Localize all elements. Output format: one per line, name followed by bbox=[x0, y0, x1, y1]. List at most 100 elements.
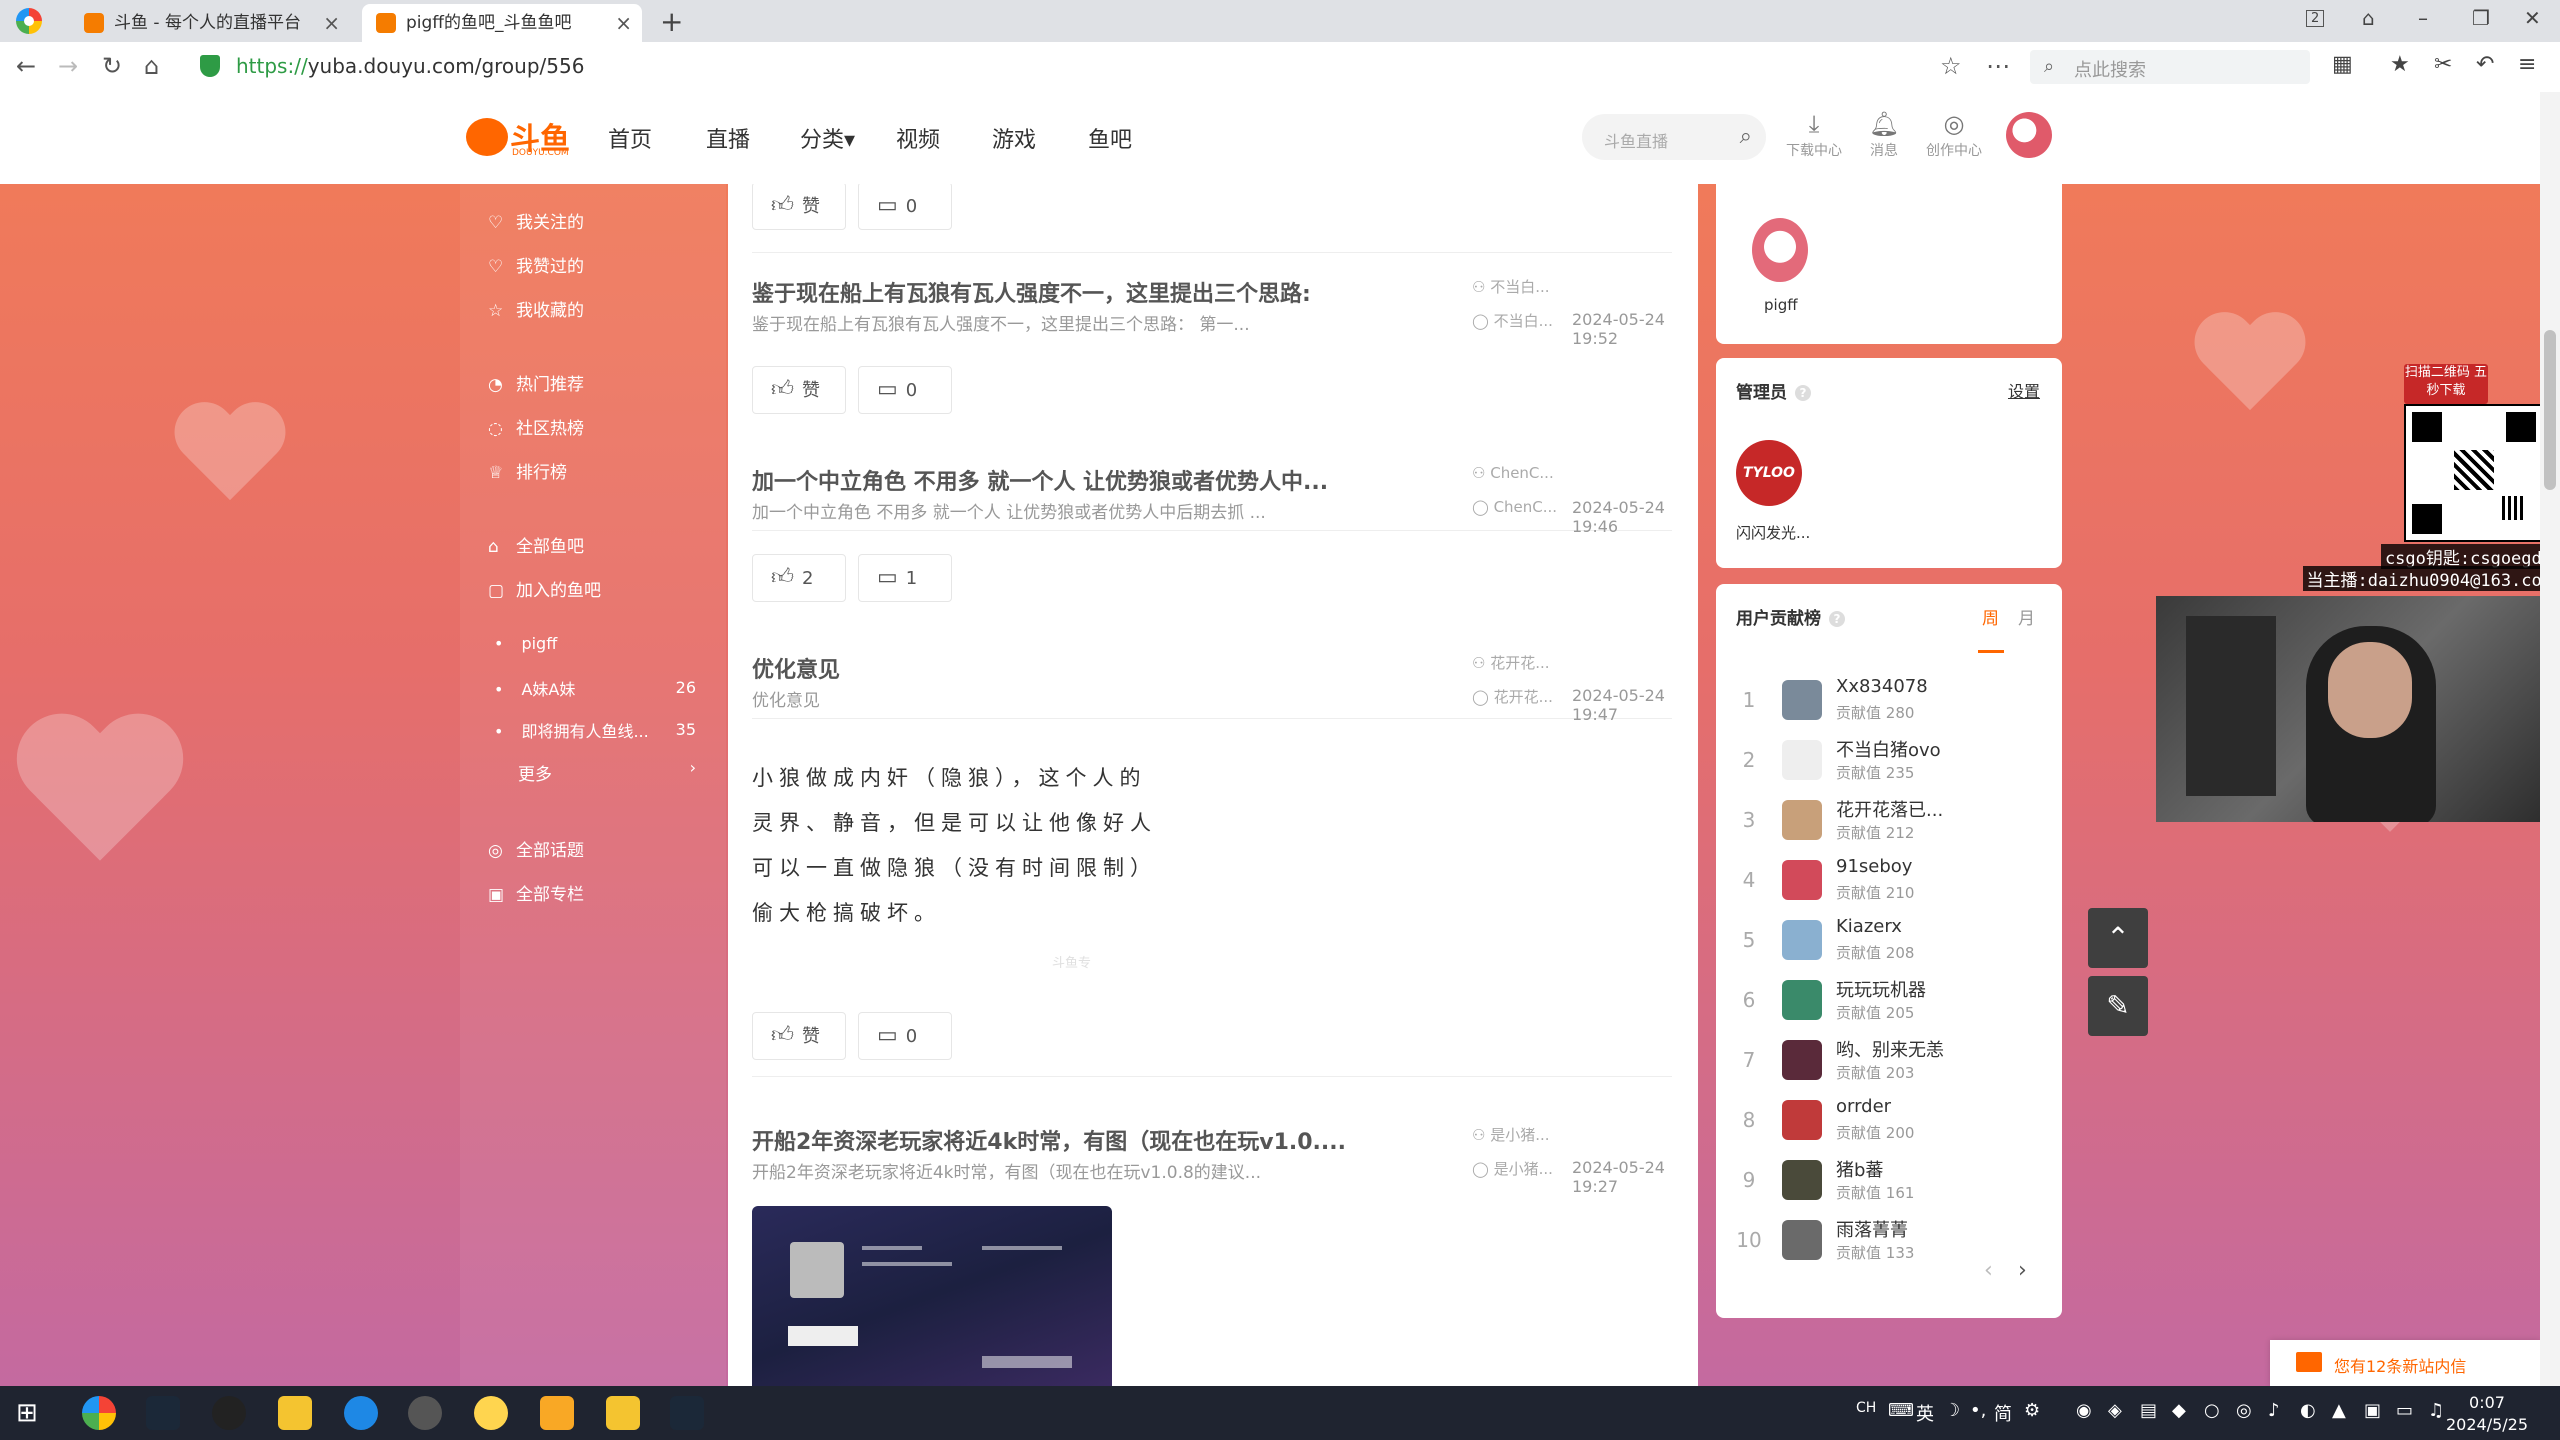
comment-author[interactable]: ◯ 花开花... bbox=[1472, 686, 1553, 707]
steam-icon[interactable] bbox=[146, 1396, 180, 1430]
nav-yuba[interactable]: 鱼吧 bbox=[1088, 122, 1132, 154]
nav-games[interactable]: 游戏 bbox=[992, 122, 1036, 154]
undo-icon[interactable]: ↶ bbox=[2476, 52, 2494, 77]
file-explorer-icon[interactable] bbox=[540, 1396, 574, 1430]
tab-counter[interactable]: 2 bbox=[2306, 10, 2325, 27]
post-image-thumbnail[interactable] bbox=[752, 1206, 1112, 1386]
post-title[interactable]: 优化意见 bbox=[752, 652, 1372, 684]
post-item[interactable]: 加一个中立角色 不用多 就一个人 让优势狼或者优势人中... 加一个中立角色 不… bbox=[752, 464, 1672, 719]
pin-icon[interactable]: ⌂ bbox=[2362, 6, 2375, 30]
pager-next-icon[interactable]: › bbox=[2018, 1258, 2027, 1283]
mic-icon[interactable]: ♪ bbox=[2268, 1400, 2280, 1421]
app-icon[interactable] bbox=[474, 1396, 508, 1430]
close-window-icon[interactable]: ✕ bbox=[2524, 6, 2541, 30]
minimize-icon[interactable]: – bbox=[2418, 6, 2428, 30]
post-author[interactable]: ⚇ 是小猪... bbox=[1472, 1124, 1550, 1145]
sidebar-item-joined[interactable]: ▢ 加入的鱼吧 bbox=[488, 576, 601, 601]
page-scrollbar[interactable] bbox=[2540, 92, 2560, 1386]
site-search-input[interactable]: 斗鱼直播 ⌕ bbox=[1582, 114, 1766, 160]
comment-button[interactable]: ▭ 0 bbox=[858, 184, 952, 230]
nav-category[interactable]: 分类▾ bbox=[800, 122, 855, 154]
tray-app-icon[interactable]: ◈ bbox=[2108, 1400, 2122, 1421]
restore-icon[interactable]: ❐ bbox=[2472, 6, 2490, 30]
rank-avatar[interactable] bbox=[1782, 680, 1822, 720]
comment-author[interactable]: ◯ ChenC... bbox=[1472, 498, 1557, 516]
ranking-row[interactable]: 3 花开花落已... 贡献值 212 bbox=[1736, 792, 2046, 848]
ranking-row[interactable]: 10 雨落菁菁 贡献值 133 bbox=[1736, 1212, 2046, 1268]
moon-icon[interactable]: ☽ bbox=[1944, 1400, 1960, 1421]
scrollbar-thumb[interactable] bbox=[2544, 330, 2556, 490]
creator-center-button[interactable]: ◎ 创作中心 bbox=[1924, 110, 1984, 160]
menu-icon[interactable]: ≡ bbox=[2518, 52, 2536, 77]
ranking-row[interactable]: 4 91seboy 贡献值 210 bbox=[1736, 852, 2046, 908]
tab-pigff-yuba[interactable]: pigff的鱼吧_斗鱼鱼吧 × bbox=[362, 4, 642, 42]
ime-mode[interactable]: 英 bbox=[1916, 1400, 1934, 1426]
back-icon[interactable]: ← bbox=[16, 52, 36, 80]
pager-prev-icon[interactable]: ‹ bbox=[1984, 1258, 1993, 1283]
sidebar-item-all-topics[interactable]: ◎ 全部话题 bbox=[488, 836, 584, 861]
punctuation-icon[interactable]: •, bbox=[1970, 1400, 1986, 1421]
rank-avatar[interactable] bbox=[1782, 1040, 1822, 1080]
network-icon[interactable]: ▭ bbox=[2396, 1400, 2413, 1421]
rank-name[interactable]: 花开花落已... bbox=[1836, 796, 1943, 822]
bookmark-star-icon[interactable]: ☆ bbox=[1940, 52, 1962, 80]
app-icon[interactable] bbox=[278, 1396, 312, 1430]
tray-app-icon[interactable]: ▤ bbox=[2140, 1400, 2157, 1421]
admin-avatar[interactable]: TYLOO bbox=[1736, 440, 1802, 506]
ranking-row[interactable]: 7 哟、别来无恙 贡献值 203 bbox=[1736, 1032, 2046, 1088]
tray-app-icon[interactable]: ◎ bbox=[2236, 1400, 2252, 1421]
reload-icon[interactable]: ↻ bbox=[102, 52, 122, 80]
chevron-right-icon[interactable]: › bbox=[690, 758, 696, 777]
tab-month[interactable]: 月 bbox=[2018, 604, 2035, 629]
rank-avatar[interactable] bbox=[1782, 980, 1822, 1020]
notification-bar[interactable]: 您有12条新站内信 bbox=[2270, 1340, 2540, 1386]
like-button[interactable]: 👍︎ 2 bbox=[752, 554, 846, 602]
ime-indicator[interactable]: CH bbox=[1856, 1400, 1876, 1416]
post-item[interactable]: 鉴于现在船上有瓦狼有瓦人强度不一，这里提出三个思路: 鉴于现在船上有瓦狼有瓦人强… bbox=[752, 276, 1672, 531]
search-icon[interactable]: ⌕ bbox=[1740, 124, 1752, 149]
comment-author[interactable]: ◯ 不当白... bbox=[1472, 310, 1553, 331]
rank-name[interactable]: 玩玩玩机器 bbox=[1836, 976, 1926, 1002]
rank-name[interactable]: orrder bbox=[1836, 1096, 1891, 1117]
rank-avatar[interactable] bbox=[1782, 740, 1822, 780]
rank-name[interactable]: Kiazerx bbox=[1836, 916, 1902, 937]
keyboard-icon[interactable]: ⌨ bbox=[1888, 1400, 1914, 1421]
rank-avatar[interactable] bbox=[1782, 860, 1822, 900]
like-button[interactable]: 👍︎ 赞 bbox=[752, 184, 846, 230]
more-dots-icon[interactable]: ⋯ bbox=[1986, 52, 2010, 80]
obs-icon[interactable] bbox=[408, 1396, 442, 1430]
new-post-button[interactable]: ✎ bbox=[2088, 976, 2148, 1036]
admin-name[interactable]: 闪闪发光... bbox=[1736, 522, 1810, 543]
rank-avatar[interactable] bbox=[1782, 1100, 1822, 1140]
tab-close-icon[interactable]: × bbox=[323, 4, 340, 42]
rank-name[interactable]: 不当白猪ovo bbox=[1836, 736, 1941, 762]
nav-home[interactable]: 首页 bbox=[608, 122, 652, 154]
sidebar-joined-amei[interactable]: A妹A妹 bbox=[494, 676, 575, 700]
home-icon[interactable]: ⌂ bbox=[144, 52, 159, 80]
app-icon[interactable] bbox=[606, 1396, 640, 1430]
comment-author[interactable]: ◯ 是小猪... bbox=[1472, 1158, 1553, 1179]
download-center-button[interactable]: ⤓ 下载中心 bbox=[1784, 110, 1844, 160]
scissors-icon[interactable]: ✂ bbox=[2434, 52, 2452, 77]
post-item[interactable]: 优化意见 优化意见 ⚇ 花开花... ◯ 花开花... 2024-05-24 1… bbox=[752, 652, 1672, 1102]
post-author[interactable]: ⚇ 花开花... bbox=[1472, 652, 1550, 673]
sidebar-joined-mermaid[interactable]: 即将拥有人鱼线... bbox=[494, 718, 648, 742]
address-bar[interactable]: https://yuba.douyu.com/group/556 bbox=[236, 54, 584, 78]
rank-name[interactable]: 91seboy bbox=[1836, 856, 1912, 877]
volume-icon[interactable]: ♫ bbox=[2428, 1400, 2444, 1421]
tray-app-icon[interactable]: ◐ bbox=[2300, 1400, 2316, 1421]
nav-live[interactable]: 直播 bbox=[706, 122, 750, 154]
post-title[interactable]: 加一个中立角色 不用多 就一个人 让优势狼或者优势人中... bbox=[752, 464, 1372, 496]
ranking-row[interactable]: 6 玩玩玩机器 贡献值 205 bbox=[1736, 972, 2046, 1028]
sidebar-more[interactable]: 更多 bbox=[518, 760, 552, 785]
app-icon[interactable] bbox=[344, 1396, 378, 1430]
sidebar-item-all-yuba[interactable]: ⌂ 全部鱼吧 bbox=[488, 532, 584, 557]
taskbar-clock[interactable]: 0:07 2024/5/25 bbox=[2446, 1392, 2528, 1436]
new-tab-plus-icon[interactable]: + bbox=[660, 4, 683, 40]
browser-search-input[interactable]: ⌕ 点此搜索 bbox=[2030, 50, 2310, 84]
post-title[interactable]: 开船2年资深老玩家将近4k时常，有图（现在也在玩v1.0.... bbox=[752, 1124, 1372, 1156]
nav-video[interactable]: 视频 bbox=[896, 122, 940, 154]
browser-taskbar-icon[interactable] bbox=[82, 1396, 116, 1430]
tab-week[interactable]: 周 bbox=[1982, 604, 1999, 629]
forward-icon[interactable]: → bbox=[58, 52, 78, 80]
